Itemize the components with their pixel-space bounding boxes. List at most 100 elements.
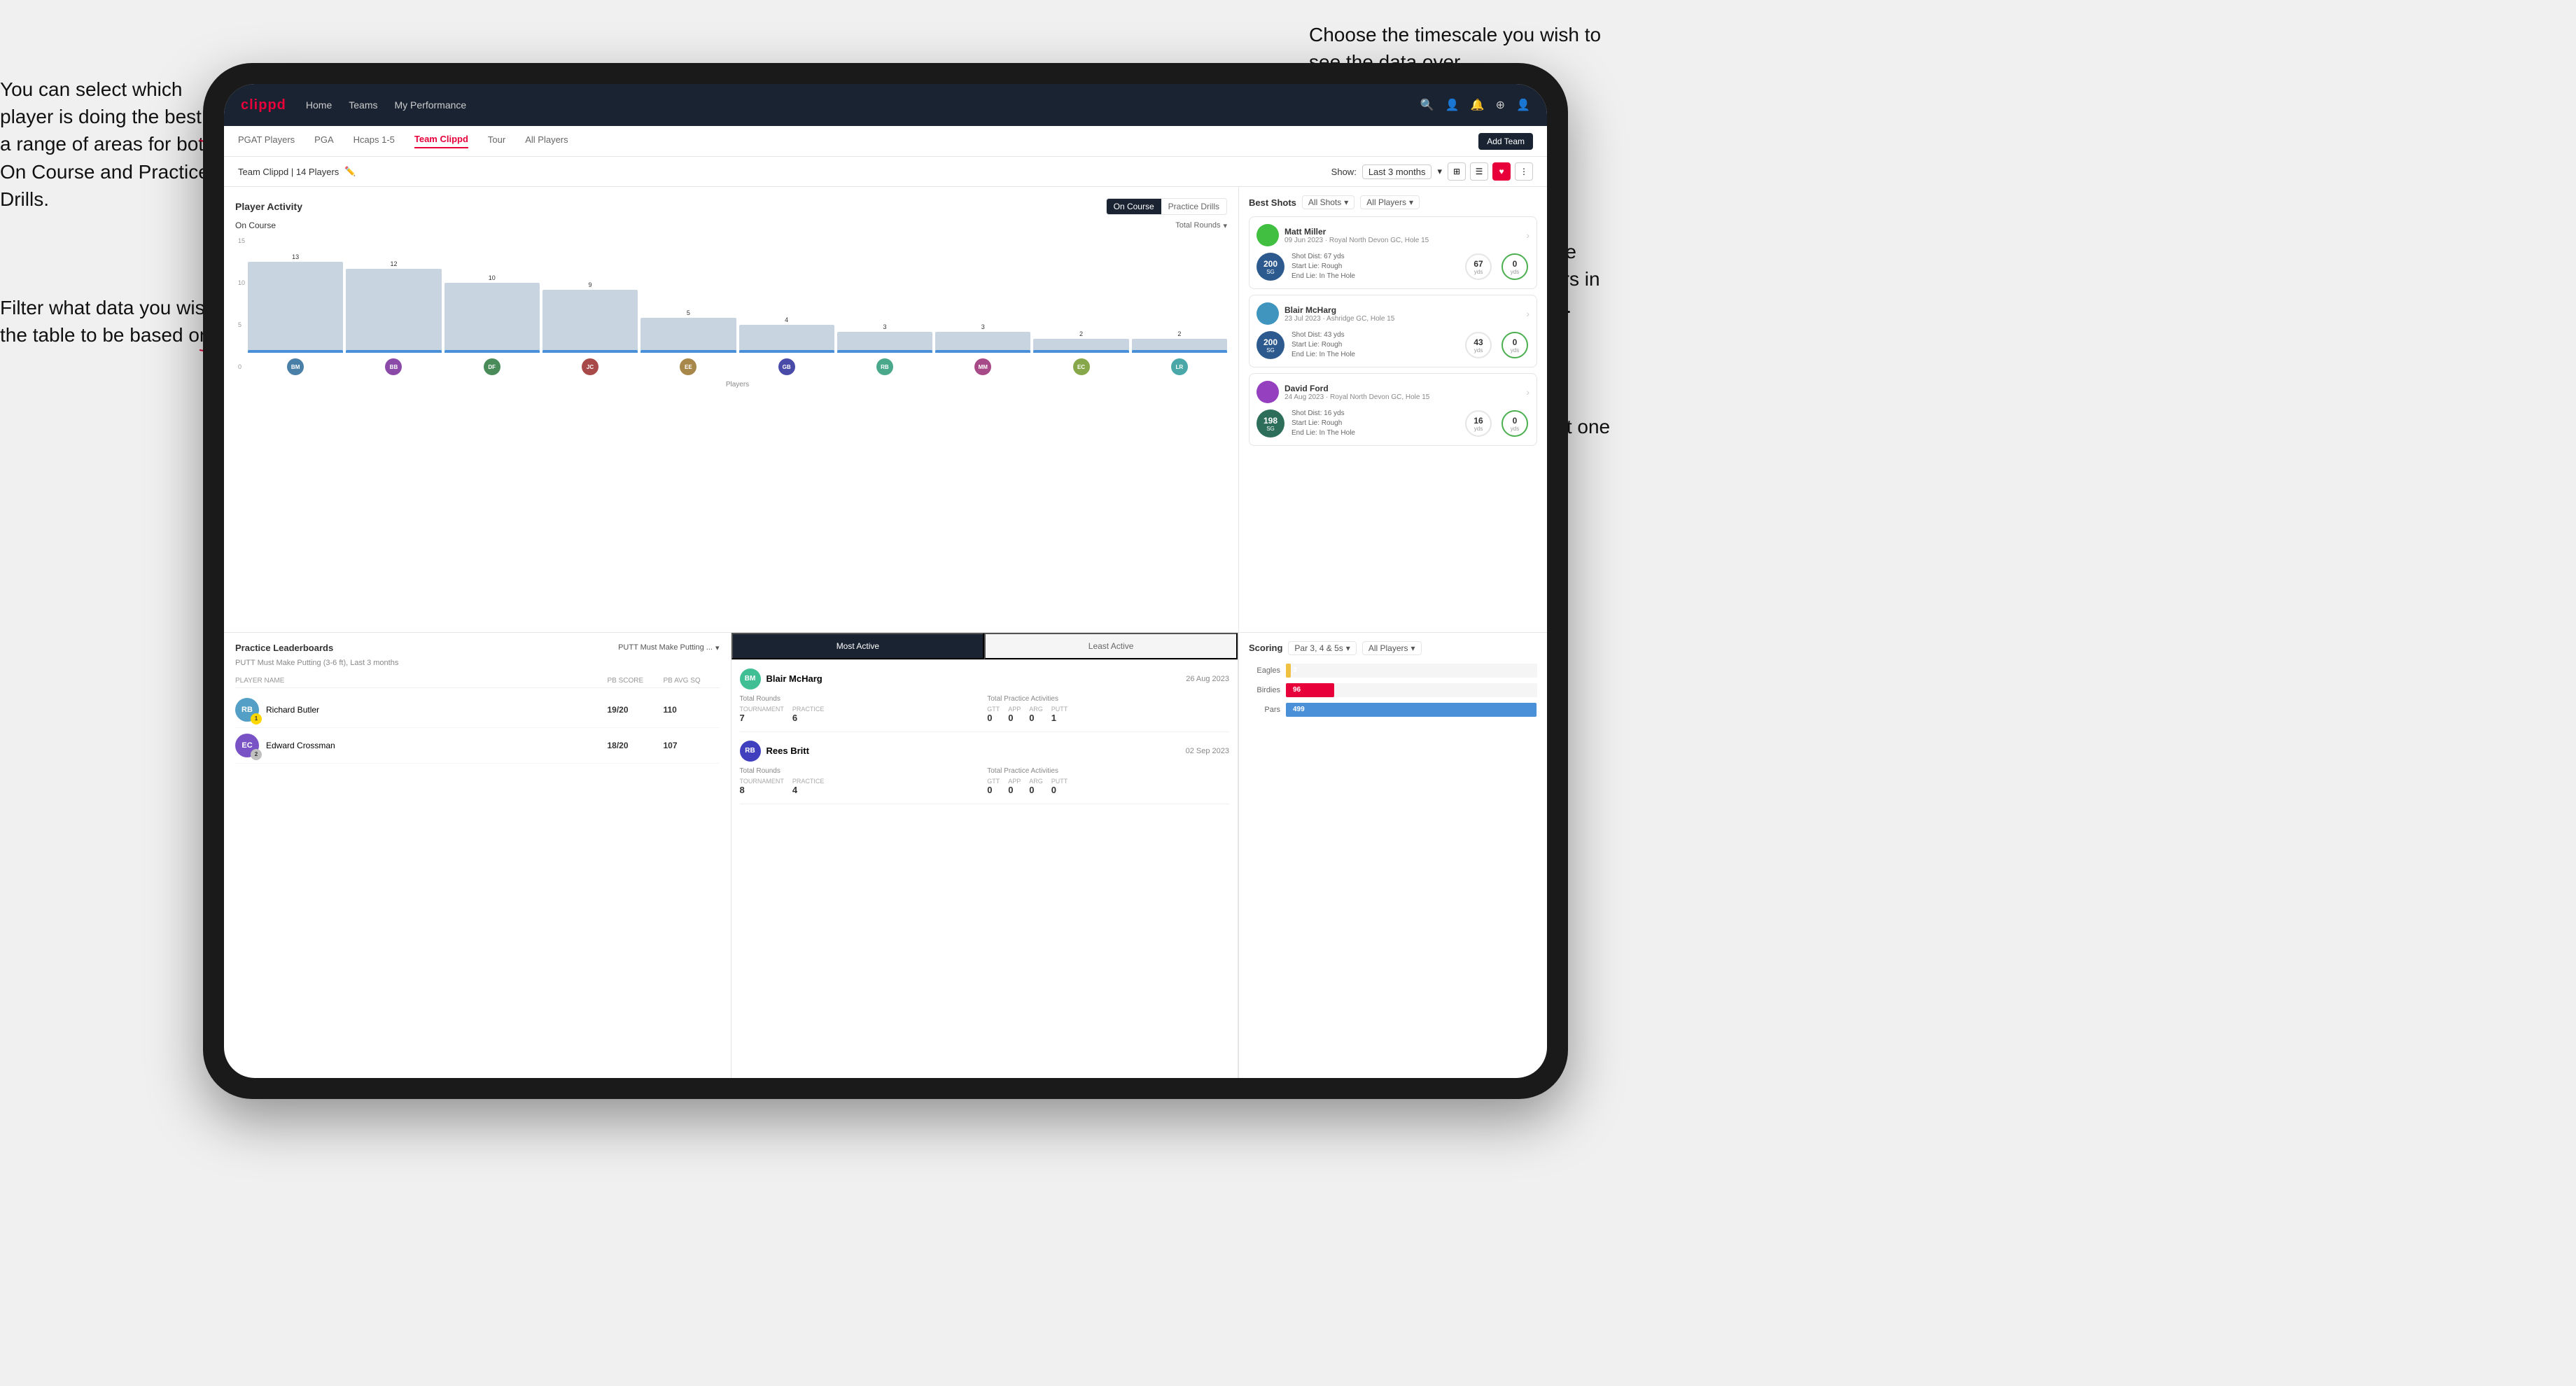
card-view-btn[interactable]: ♥	[1492, 162, 1511, 181]
shot-card-1[interactable]: Blair McHarg 23 Jul 2023 · Ashridge GC, …	[1249, 295, 1537, 368]
practice-player-info-1: EC 2 Edward Crossman	[235, 734, 608, 757]
player-avatar-1[interactable]: BB	[346, 358, 441, 375]
shot-card-header-0: Matt Miller 09 Jun 2023 · Royal North De…	[1256, 224, 1530, 246]
panel-header: Player Activity On Course Practice Drill…	[235, 198, 1227, 215]
shot-card-0[interactable]: Matt Miller 09 Jun 2023 · Royal North De…	[1249, 216, 1537, 289]
total-rounds-label-1: Total Rounds	[740, 767, 982, 775]
bottom-left-panels: Practice Leaderboards PUTT Must Make Put…	[224, 633, 1239, 1079]
shot-card-header-1: Blair McHarg 23 Jul 2023 · Ashridge GC, …	[1256, 302, 1530, 325]
options-btn[interactable]: ⋮	[1515, 162, 1533, 181]
scoring-row-birdies: Birdies 96	[1249, 683, 1537, 697]
pb-score-1: 18/20	[608, 741, 664, 750]
chevron-right-icon[interactable]: ›	[1526, 230, 1530, 241]
player-avatar-8[interactable]: EC	[1033, 358, 1128, 375]
chevron-down-icon: ▾	[1411, 643, 1415, 653]
chart-filter-dropdown[interactable]: Total Rounds ▾	[1175, 221, 1227, 230]
player-info-0: Matt Miller 09 Jun 2023 · Royal North De…	[1284, 227, 1520, 244]
most-active-tab[interactable]: Most Active	[732, 633, 985, 659]
chart-content: 1312109543322 BMBBDFJCEEGBRBMMECLR Playe…	[248, 234, 1227, 388]
all-shots-filter[interactable]: All Shots ▾	[1302, 195, 1354, 209]
rounds-section-1: Total Rounds Tournament 8 Practice 4	[740, 767, 982, 795]
rounds-section-0: Total Rounds Tournament 7 Practice 6	[740, 695, 982, 723]
scoring-bars-container: Eagles 3 Birdies 96 Pars 499	[1249, 664, 1537, 717]
player-avatar-3[interactable]: JC	[542, 358, 638, 375]
subnav-pgat[interactable]: PGAT Players	[238, 134, 295, 148]
shot-card-2[interactable]: David Ford 24 Aug 2023 · Royal North Dev…	[1249, 373, 1537, 446]
tournament-stat-1: Tournament 8	[740, 778, 784, 795]
scoring-bar-fill-0: 3	[1286, 664, 1291, 678]
subnav-hcaps[interactable]: Hcaps 1-5	[354, 134, 395, 148]
player-avatar-7[interactable]: MM	[935, 358, 1030, 375]
practice-activities-label-0: Total Practice Activities	[987, 695, 1229, 703]
shot-card-header-2: David Ford 24 Aug 2023 · Royal North Dev…	[1256, 381, 1530, 403]
shot-metrics-2: 198 SG Shot Dist: 16 ydsStart Lie: Rough…	[1256, 409, 1530, 438]
rounds-stats-0: Tournament 7 Practice 6	[740, 706, 982, 723]
scoring-row-pars: Pars 499	[1249, 703, 1537, 717]
player-avatar-9[interactable]: LR	[1132, 358, 1227, 375]
edit-icon[interactable]: ✏️	[344, 166, 356, 177]
shot-desc-1: Shot Dist: 43 ydsStart Lie: RoughEnd Lie…	[1292, 330, 1457, 360]
most-active-panel: Most Active Least Active BM Blair McHarg…	[732, 633, 1239, 1079]
show-filter: Show: Last 3 months ▾ ⊞ ☰ ♥ ⋮	[1331, 162, 1533, 181]
practice-table-header: Player Name PB Score PB Avg SQ	[235, 674, 720, 688]
gtt-stat-0: GTT 0	[987, 706, 1000, 723]
practice-filter-dropdown[interactable]: PUTT Must Make Putting ... ▾	[618, 643, 719, 652]
subnav-all-players[interactable]: All Players	[525, 134, 568, 148]
scoring-label-1: Birdies	[1249, 686, 1280, 694]
on-course-toggle[interactable]: On Course	[1107, 199, 1161, 214]
player-avatar-4[interactable]: EE	[640, 358, 736, 375]
total-rounds-label-0: Total Rounds	[740, 695, 982, 703]
user-icon[interactable]: 👤	[1446, 98, 1460, 112]
active-stats-grid-0: Total Rounds Tournament 7 Practice 6 Tot…	[740, 695, 1230, 723]
nav-performance[interactable]: My Performance	[394, 99, 466, 111]
player-avatar-row: BMBBDFJCEEGBRBMMECLR	[248, 356, 1227, 378]
practice-rows-container: RB 1 Richard Butler 19/20 110 EC 2 Edwar…	[235, 692, 720, 764]
bar-group-9: 2	[1132, 330, 1227, 353]
add-team-button[interactable]: Add Team	[1478, 133, 1533, 150]
active-avatar-0: BM	[740, 668, 761, 690]
annotation-filter: Filter what data you wish the table to b…	[0, 294, 224, 349]
scoring-players-filter[interactable]: All Players ▾	[1362, 641, 1422, 655]
practice-title: Practice Leaderboards	[235, 643, 333, 653]
practice-drills-toggle[interactable]: Practice Drills	[1161, 199, 1226, 214]
notification-icon[interactable]: 🔔	[1471, 98, 1485, 112]
chevron-right-icon[interactable]: ›	[1526, 386, 1530, 398]
search-icon[interactable]: 🔍	[1420, 98, 1434, 112]
show-label: Show:	[1331, 167, 1357, 177]
chevron-down-icon: ▾	[1223, 221, 1227, 230]
rounds-stats-1: Tournament 8 Practice 4	[740, 778, 982, 795]
tournament-stat-0: Tournament 7	[740, 706, 784, 723]
chevron-right-icon[interactable]: ›	[1526, 308, 1530, 319]
nav-home[interactable]: Home	[306, 99, 332, 111]
subnav-team-clippd[interactable]: Team Clippd	[414, 134, 468, 148]
chevron-down-icon[interactable]: ▾	[1437, 166, 1442, 177]
active-tabs: Most Active Least Active	[732, 633, 1238, 660]
timescale-dropdown[interactable]: Last 3 months	[1362, 164, 1432, 179]
metric-circle-yds-0: 67 yds	[1465, 253, 1492, 280]
profile-icon[interactable]: 👤	[1516, 98, 1530, 112]
active-date-0: 26 Aug 2023	[1186, 675, 1229, 683]
player-avatar-6[interactable]: RB	[837, 358, 932, 375]
least-active-tab[interactable]: Least Active	[984, 633, 1238, 659]
scoring-par-filter[interactable]: Par 3, 4 & 5s ▾	[1288, 641, 1356, 655]
pb-avg-0: 110	[664, 705, 720, 715]
player-avatar-5[interactable]: GB	[739, 358, 834, 375]
subnav-pga[interactable]: PGA	[314, 134, 333, 148]
list-view-btn[interactable]: ☰	[1470, 162, 1488, 181]
scoring-bar-fill-1: 96	[1286, 683, 1334, 697]
subnav-tour[interactable]: Tour	[488, 134, 505, 148]
putt-stat-1: PUTT 0	[1051, 778, 1068, 795]
scoring-bar-value-2: 499	[1290, 706, 1305, 713]
add-icon[interactable]: ⊕	[1496, 98, 1505, 112]
metric-circle-yds-1: 43 yds	[1465, 332, 1492, 358]
player-avatar-1	[1256, 302, 1279, 325]
nav-teams[interactable]: Teams	[349, 99, 377, 111]
shot-badge-0: 200 SG	[1256, 253, 1284, 281]
player-avatar-2[interactable]: DF	[444, 358, 540, 375]
player-name-2: David Ford	[1284, 384, 1520, 393]
grid-view-btn[interactable]: ⊞	[1448, 162, 1466, 181]
chart-label: On Course	[235, 220, 276, 230]
player-avatar-0[interactable]: BM	[248, 358, 343, 375]
all-players-filter[interactable]: All Players ▾	[1360, 195, 1420, 209]
practice-row-0: RB 1 Richard Butler 19/20 110	[235, 692, 720, 728]
